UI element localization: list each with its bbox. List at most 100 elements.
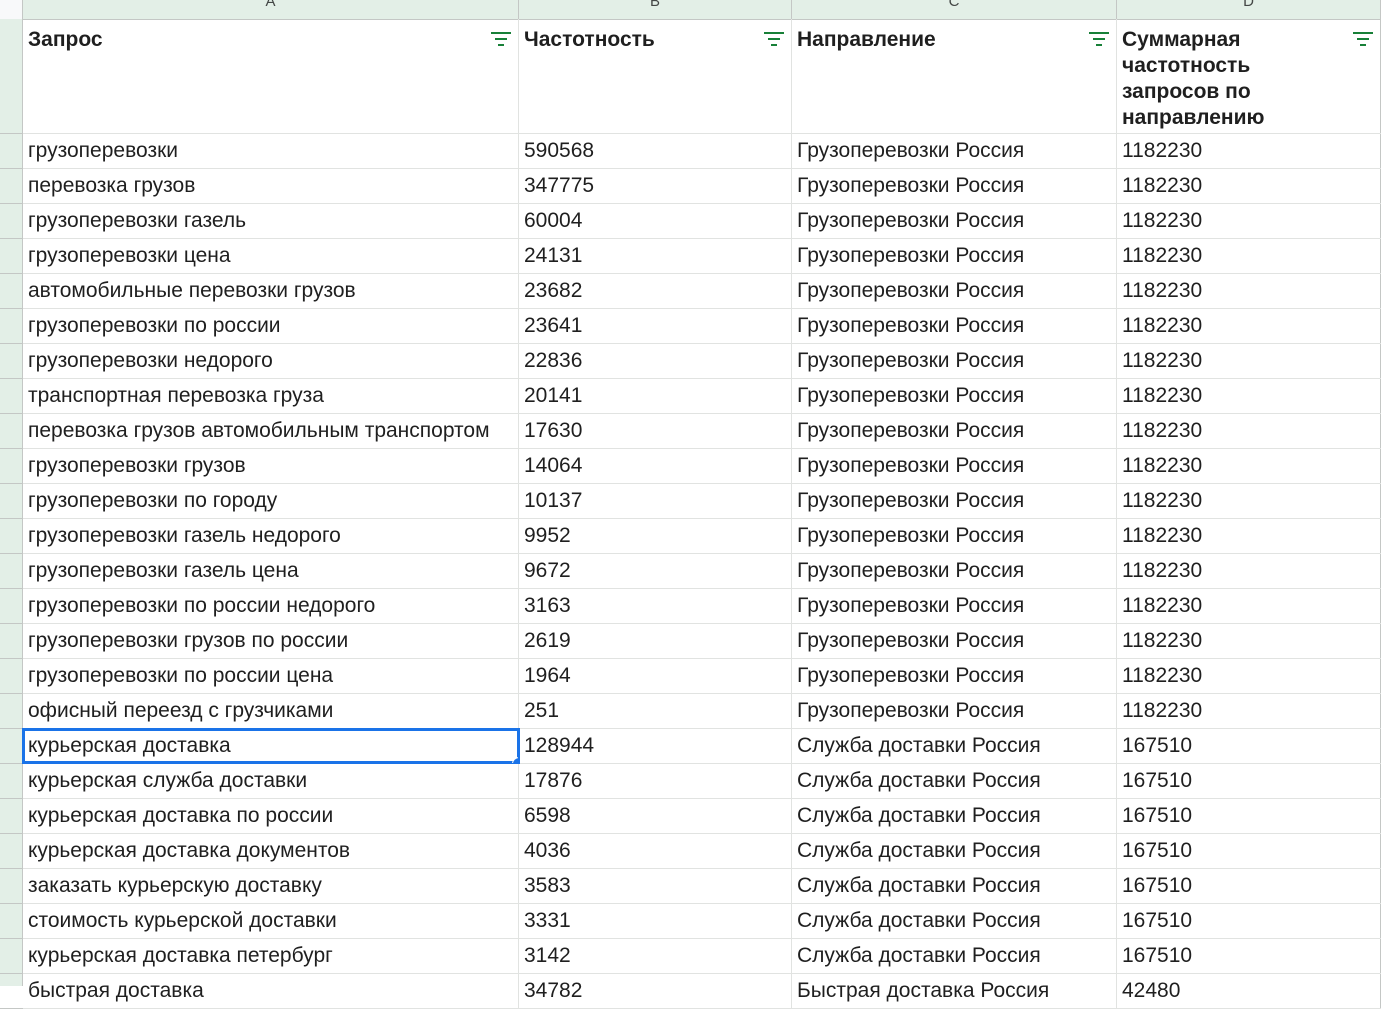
cell-frequency[interactable]: 251 xyxy=(519,694,792,728)
filter-icon[interactable] xyxy=(1352,31,1374,47)
cell-total[interactable]: 167510 xyxy=(1117,764,1381,798)
cell-query[interactable]: грузоперевозки по россии цена xyxy=(23,659,519,693)
cell-total[interactable]: 1182230 xyxy=(1117,554,1381,588)
cell-query[interactable]: перевозка грузов автомобильным транспорт… xyxy=(23,414,519,448)
cell-frequency[interactable]: 347775 xyxy=(519,169,792,203)
cell-query[interactable]: быстрая доставка xyxy=(23,974,519,1008)
cell-direction[interactable]: Грузоперевозки Россия xyxy=(792,449,1117,483)
cell-total[interactable]: 167510 xyxy=(1117,904,1381,938)
cell-direction[interactable]: Служба доставки Россия xyxy=(792,799,1117,833)
cell-direction[interactable]: Грузоперевозки Россия xyxy=(792,204,1117,238)
cell-direction[interactable]: Грузоперевозки Россия xyxy=(792,519,1117,553)
header-cell-total[interactable]: Суммарная частотность запросов по направ… xyxy=(1117,19,1381,133)
cell-total[interactable]: 1182230 xyxy=(1117,414,1381,448)
header-cell-direction[interactable]: Направление xyxy=(792,19,1117,133)
cell-total[interactable]: 1182230 xyxy=(1117,379,1381,413)
cell-query[interactable]: стоимость курьерской доставки xyxy=(23,904,519,938)
cell-frequency[interactable]: 23641 xyxy=(519,309,792,343)
cell-total[interactable]: 1182230 xyxy=(1117,134,1381,168)
cell-total[interactable]: 1182230 xyxy=(1117,589,1381,623)
cell-direction[interactable]: Служба доставки Россия xyxy=(792,764,1117,798)
cell-direction[interactable]: Грузоперевозки Россия xyxy=(792,484,1117,518)
cell-direction[interactable]: Грузоперевозки Россия xyxy=(792,659,1117,693)
cell-total[interactable]: 1182230 xyxy=(1117,169,1381,203)
cell-query[interactable]: автомобильные перевозки грузов xyxy=(23,274,519,308)
cell-frequency[interactable]: 17630 xyxy=(519,414,792,448)
cell-direction[interactable]: Грузоперевозки Россия xyxy=(792,414,1117,448)
cell-direction[interactable]: Грузоперевозки Россия xyxy=(792,554,1117,588)
cell-query[interactable]: грузоперевозки грузов по россии xyxy=(23,624,519,658)
cell-total[interactable]: 167510 xyxy=(1117,869,1381,903)
cell-total[interactable]: 1182230 xyxy=(1117,274,1381,308)
cell-total[interactable]: 1182230 xyxy=(1117,204,1381,238)
cell-direction[interactable]: Грузоперевозки Россия xyxy=(792,589,1117,623)
cell-query[interactable]: курьерская доставка по россии xyxy=(23,799,519,833)
cell-total[interactable]: 42480 xyxy=(1117,974,1381,1008)
cell-total[interactable]: 167510 xyxy=(1117,729,1381,763)
cell-frequency[interactable]: 23682 xyxy=(519,274,792,308)
cell-frequency[interactable]: 3583 xyxy=(519,869,792,903)
cell-total[interactable]: 1182230 xyxy=(1117,659,1381,693)
cell-frequency[interactable]: 2619 xyxy=(519,624,792,658)
cell-frequency[interactable]: 10137 xyxy=(519,484,792,518)
cell-query[interactable]: курьерская служба доставки xyxy=(23,764,519,798)
cell-direction[interactable]: Служба доставки Россия xyxy=(792,729,1117,763)
cell-frequency[interactable]: 20141 xyxy=(519,379,792,413)
cell-frequency[interactable]: 14064 xyxy=(519,449,792,483)
cell-direction[interactable]: Грузоперевозки Россия xyxy=(792,134,1117,168)
cell-total[interactable]: 167510 xyxy=(1117,834,1381,868)
cell-frequency[interactable]: 9952 xyxy=(519,519,792,553)
cell-query[interactable]: курьерская доставка петербург xyxy=(23,939,519,973)
cell-frequency[interactable]: 128944 xyxy=(519,729,792,763)
column-header-d[interactable]: D xyxy=(1117,0,1381,19)
cell-query[interactable]: перевозка грузов xyxy=(23,169,519,203)
cell-direction[interactable]: Служба доставки Россия xyxy=(792,939,1117,973)
cell-frequency[interactable]: 590568 xyxy=(519,134,792,168)
cell-frequency[interactable]: 3331 xyxy=(519,904,792,938)
header-cell-frequency[interactable]: Частотность xyxy=(519,19,792,133)
cell-total[interactable]: 1182230 xyxy=(1117,309,1381,343)
cell-query[interactable]: грузоперевозки газель xyxy=(23,204,519,238)
cell-query[interactable]: грузоперевозки газель недорого xyxy=(23,519,519,553)
cell-query[interactable]: грузоперевозки недорого xyxy=(23,344,519,378)
header-cell-query[interactable]: Запрос xyxy=(23,19,519,133)
column-header-b[interactable]: B xyxy=(519,0,792,19)
cell-total[interactable]: 1182230 xyxy=(1117,519,1381,553)
cell-frequency[interactable]: 3142 xyxy=(519,939,792,973)
cell-total[interactable]: 1182230 xyxy=(1117,239,1381,273)
cell-query[interactable]: курьерская доставка xyxy=(22,728,520,764)
cell-direction[interactable]: Грузоперевозки Россия xyxy=(792,624,1117,658)
cell-query[interactable]: курьерская доставка документов xyxy=(23,834,519,868)
cell-total[interactable]: 1182230 xyxy=(1117,624,1381,658)
column-header-c[interactable]: C xyxy=(792,0,1117,19)
cell-query[interactable]: грузоперевозки по россии xyxy=(23,309,519,343)
cell-query[interactable]: офисный переезд с грузчиками xyxy=(23,694,519,728)
cell-direction[interactable]: Служба доставки Россия xyxy=(792,834,1117,868)
cell-direction[interactable]: Грузоперевозки Россия xyxy=(792,239,1117,273)
cell-total[interactable]: 167510 xyxy=(1117,799,1381,833)
select-all-corner[interactable] xyxy=(0,0,23,19)
cell-frequency[interactable]: 22836 xyxy=(519,344,792,378)
cell-direction[interactable]: Грузоперевозки Россия xyxy=(792,274,1117,308)
cell-frequency[interactable]: 9672 xyxy=(519,554,792,588)
cell-total[interactable]: 1182230 xyxy=(1117,449,1381,483)
cell-query[interactable]: транспортная перевозка груза xyxy=(23,379,519,413)
row-number-gutter[interactable] xyxy=(0,19,23,1009)
cell-query[interactable]: грузоперевозки по россии недорого xyxy=(23,589,519,623)
cell-direction[interactable]: Грузоперевозки Россия xyxy=(792,309,1117,343)
cell-query[interactable]: грузоперевозки цена xyxy=(23,239,519,273)
cell-query[interactable]: грузоперевозки xyxy=(23,134,519,168)
cell-total[interactable]: 167510 xyxy=(1117,939,1381,973)
cell-direction[interactable]: Служба доставки Россия xyxy=(792,869,1117,903)
selection-fill-handle[interactable] xyxy=(512,757,518,763)
cell-frequency[interactable]: 17876 xyxy=(519,764,792,798)
cell-total[interactable]: 1182230 xyxy=(1117,694,1381,728)
cell-direction[interactable]: Служба доставки Россия xyxy=(792,904,1117,938)
cell-frequency[interactable]: 60004 xyxy=(519,204,792,238)
cell-query[interactable]: грузоперевозки грузов xyxy=(23,449,519,483)
filter-icon[interactable] xyxy=(490,31,512,47)
cell-query[interactable]: заказать курьерскую доставку xyxy=(23,869,519,903)
cell-direction[interactable]: Грузоперевозки Россия xyxy=(792,344,1117,378)
cell-frequency[interactable]: 6598 xyxy=(519,799,792,833)
cell-query[interactable]: грузоперевозки по городу xyxy=(23,484,519,518)
